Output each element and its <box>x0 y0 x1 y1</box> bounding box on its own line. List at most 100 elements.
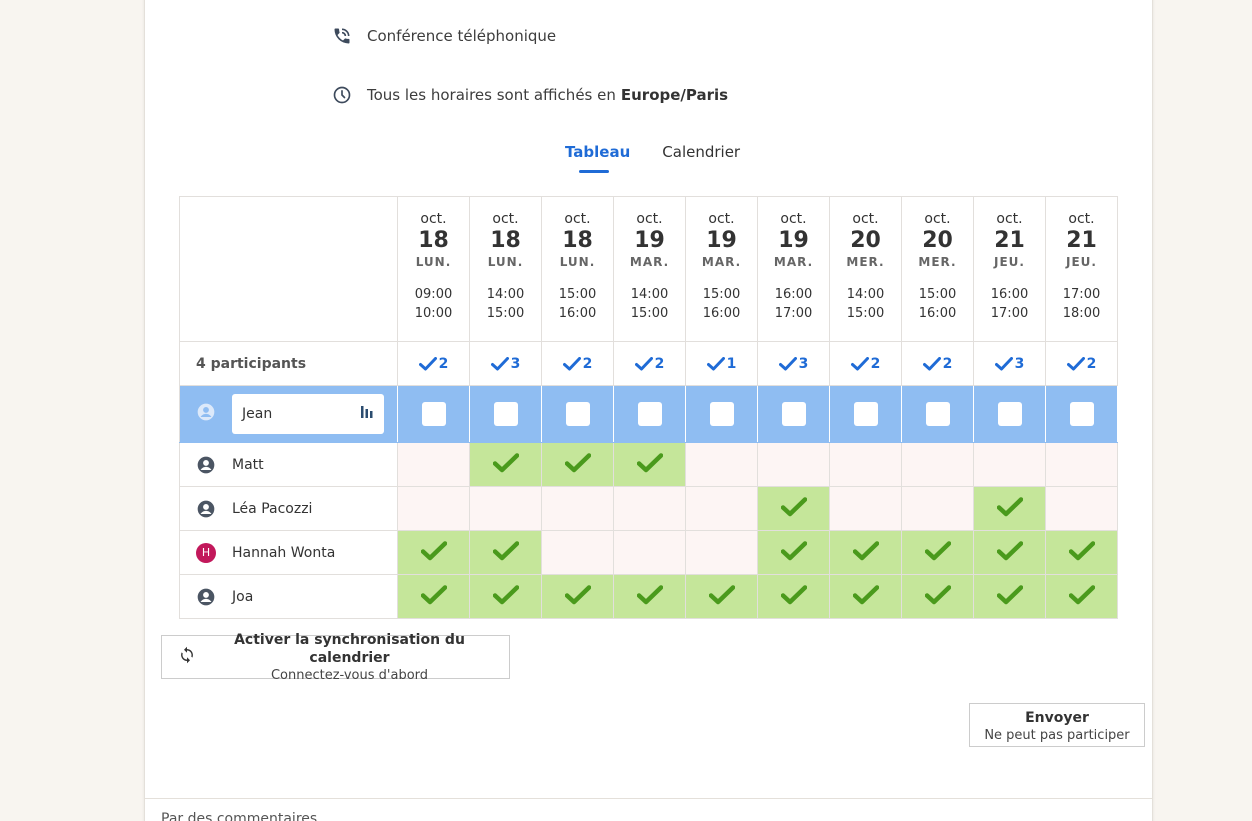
vote-count: 2 <box>541 341 614 386</box>
tab-calendrier[interactable]: Calendrier <box>662 143 740 173</box>
participant-name-cell: H Hannah Wonta <box>179 530 398 575</box>
time-start: 15:00 <box>702 287 741 302</box>
vote-count: 2 <box>829 341 902 386</box>
vote-no-cell <box>901 486 974 531</box>
check-icon <box>852 540 879 565</box>
user-avatar-icon <box>196 402 216 426</box>
check-icon <box>924 540 951 565</box>
vote-no-cell <box>541 530 614 575</box>
my-vote-cell <box>685 385 758 443</box>
my-vote-cell <box>829 385 902 443</box>
date-day: 20 <box>922 228 953 253</box>
vote-checkbox[interactable] <box>1069 402 1094 426</box>
check-icon <box>706 356 727 372</box>
vote-no-cell <box>829 442 902 487</box>
vote-checkbox[interactable] <box>925 402 950 426</box>
my-vote-cell <box>973 385 1046 443</box>
check-icon <box>778 356 799 372</box>
date-day: 21 <box>994 228 1025 253</box>
vote-checkbox[interactable] <box>493 402 518 426</box>
time-start: 17:00 <box>1062 287 1101 302</box>
vote-yes-cell <box>685 574 758 619</box>
check-icon <box>636 452 663 477</box>
tab-tableau[interactable]: Tableau <box>565 143 630 173</box>
my-vote-cell <box>541 385 614 443</box>
date-option-header: oct. 19 MAR. 16:00 17:00 <box>757 196 830 342</box>
vote-checkbox[interactable] <box>565 402 590 426</box>
date-weekday: MER. <box>918 255 957 269</box>
vote-count-value: 3 <box>510 355 521 372</box>
time-start: 15:00 <box>918 287 957 302</box>
vote-yes-cell <box>901 574 974 619</box>
calendar-sync-button[interactable]: Activer la synchronisation du calendrier… <box>161 632 510 683</box>
vote-yes-cell <box>901 530 974 575</box>
time-end: 17:00 <box>990 306 1029 321</box>
date-option-header: oct. 19 MAR. 15:00 16:00 <box>685 196 758 342</box>
check-icon <box>996 584 1023 609</box>
check-icon <box>636 584 663 609</box>
vote-yes-cell <box>469 530 542 575</box>
input-handle-icon <box>360 404 374 424</box>
vote-checkbox[interactable] <box>853 402 878 426</box>
vote-no-cell <box>469 486 542 531</box>
participant-name-cell: Joa <box>179 574 398 619</box>
vote-yes-cell <box>397 574 470 619</box>
vote-count-value: 3 <box>1014 355 1025 372</box>
check-icon <box>1068 540 1095 565</box>
time-start: 15:00 <box>558 287 597 302</box>
vote-count-value: 2 <box>582 355 593 372</box>
vote-checkbox[interactable] <box>637 402 662 426</box>
time-start: 09:00 <box>414 287 453 302</box>
my-vote-cell <box>613 385 686 443</box>
vote-checkbox[interactable] <box>781 402 806 426</box>
my-vote-row: Jean <box>179 385 1118 443</box>
time-start: 14:00 <box>846 287 885 302</box>
avatar: H <box>196 542 216 563</box>
time-end: 17:00 <box>774 306 813 321</box>
poll-table: oct. 18 LUN. 09:00 10:00 oct. 18 LUN. 14:00 15:00… <box>179 196 1118 619</box>
vote-yes-cell <box>757 486 830 531</box>
poll-card: Conférence téléphonique Tous les horaire… <box>144 0 1153 821</box>
participant-row: Léa Pacozzi <box>179 486 1118 531</box>
view-tabs: Tableau Calendrier <box>565 143 772 173</box>
send-button[interactable]: Envoyer Ne peut pas participer <box>969 703 1145 747</box>
time-end: 16:00 <box>918 306 957 321</box>
date-option-header: oct. 18 LUN. 09:00 10:00 <box>397 196 470 342</box>
check-icon <box>780 540 807 565</box>
divider <box>145 798 1152 799</box>
clock-icon <box>331 84 353 106</box>
vote-checkbox[interactable] <box>997 402 1022 426</box>
vote-yes-cell <box>1045 530 1118 575</box>
date-month: oct. <box>420 211 447 227</box>
vote-checkbox[interactable] <box>421 402 446 426</box>
participant-name-cell: Matt <box>179 442 398 487</box>
vote-count-value: 1 <box>726 355 737 372</box>
vote-yes-cell <box>469 442 542 487</box>
time-start: 14:00 <box>486 287 525 302</box>
count-row: 4 participants 2 3 2 2 1 3 2 2 3 2 <box>179 341 1118 386</box>
send-button-sub: Ne peut pas participer <box>984 728 1130 743</box>
check-icon <box>1068 584 1095 609</box>
vote-no-cell <box>613 530 686 575</box>
date-option-header: oct. 21 JEU. 16:00 17:00 <box>973 196 1046 342</box>
participant-name: Hannah Wonta <box>232 544 336 561</box>
vote-yes-cell <box>541 442 614 487</box>
date-weekday: LUN. <box>415 255 452 269</box>
person-icon <box>196 587 216 607</box>
sync-button-label: Activer la synchronisation du calendrier <box>234 631 465 666</box>
name-input[interactable]: Jean <box>232 394 384 434</box>
sync-icon <box>178 646 196 668</box>
vote-yes-cell <box>973 574 1046 619</box>
date-option-header: oct. 20 MER. 14:00 15:00 <box>829 196 902 342</box>
participants-count: 4 participants <box>179 341 398 386</box>
date-option-header: oct. 19 MAR. 14:00 15:00 <box>613 196 686 342</box>
vote-count-value: 2 <box>438 355 449 372</box>
my-vote-cell <box>757 385 830 443</box>
vote-checkbox[interactable] <box>709 402 734 426</box>
person-icon <box>196 455 216 475</box>
vote-no-cell <box>685 442 758 487</box>
check-icon <box>708 584 735 609</box>
time-end: 16:00 <box>558 306 597 321</box>
date-day: 18 <box>562 228 593 253</box>
check-icon <box>852 584 879 609</box>
